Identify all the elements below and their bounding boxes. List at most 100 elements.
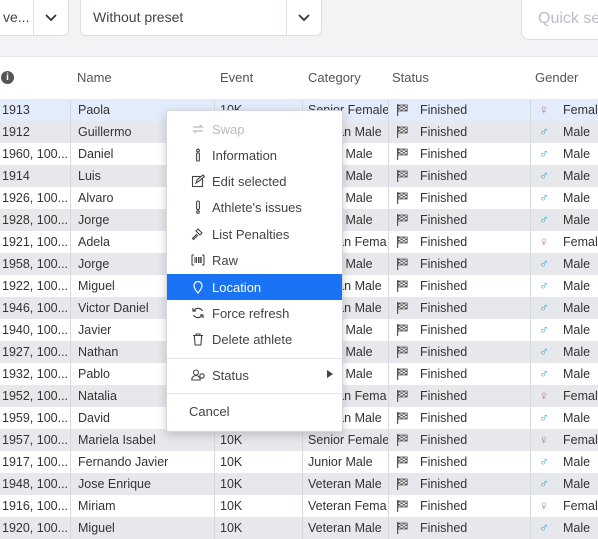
column-divider (70, 143, 71, 165)
column-divider (388, 143, 389, 165)
column-divider (70, 187, 71, 209)
menu-item-information[interactable]: Information (167, 142, 342, 168)
menu-item-list-penalties[interactable]: List Penalties (167, 221, 342, 247)
menu-item-label: Location (212, 279, 262, 295)
quick-search-input[interactable]: Quick se (521, 0, 598, 40)
checkered-flag-icon (397, 104, 408, 116)
cell-bib: 1914 (2, 169, 30, 183)
male-icon: ♂ (539, 256, 549, 271)
cell-bib: 1926, 100... (2, 191, 68, 205)
column-divider (530, 473, 531, 495)
cell-category: Veteran Fema (308, 499, 387, 513)
location-pin-icon (191, 280, 205, 294)
column-divider (530, 121, 531, 143)
chevron-down-icon[interactable] (33, 0, 68, 35)
cell-bib: 1948, 100... (2, 477, 68, 491)
table-row[interactable]: 1920, 100... Miguel 10K Veteran Male Finishe… (0, 517, 598, 539)
column-divider (530, 275, 531, 297)
cell-bib: 1917, 100... (2, 455, 68, 469)
gavel-icon (191, 227, 205, 241)
filter-select[interactable]: ve... (0, 0, 69, 36)
users-icon (191, 368, 205, 382)
female-icon: ♀ (539, 234, 549, 249)
column-divider (302, 429, 303, 451)
cell-name: Mariela Isabel (78, 433, 156, 447)
male-icon: ♂ (539, 212, 549, 227)
male-icon: ♂ (539, 366, 549, 381)
checkered-flag-icon (397, 324, 408, 336)
column-divider (214, 429, 215, 451)
male-icon: ♂ (539, 410, 549, 425)
exclamation-icon (191, 200, 205, 214)
cell-bib: 1912 (2, 125, 30, 139)
table-header: i Name Event Category Status Gender (0, 57, 598, 99)
checkered-flag-icon (397, 170, 408, 182)
menu-item-athlete-s-issues[interactable]: Athlete's issues (167, 194, 342, 220)
column-divider (388, 121, 389, 143)
cell-bib: 1916, 100... (2, 499, 68, 513)
column-divider (530, 165, 531, 187)
menu-item-force-refresh[interactable]: Force refresh (167, 300, 342, 326)
column-header-event[interactable]: Event (220, 70, 253, 85)
cell-gender: Femal (563, 433, 598, 447)
cell-gender: Male (563, 323, 591, 337)
column-divider (530, 407, 531, 429)
chevron-down-icon[interactable] (286, 0, 321, 35)
menu-item-delete-athlete[interactable]: Delete athlete (167, 326, 342, 352)
table-row[interactable]: 1917, 100... Fernando Javier 10K Junior Mal… (0, 451, 598, 473)
column-divider (530, 231, 531, 253)
cell-bib: 1913 (2, 103, 30, 117)
checkered-flag-icon (397, 192, 408, 204)
cell-status: Finished (420, 477, 468, 491)
menu-item-label: Delete athlete (212, 331, 293, 347)
barcode-icon (191, 253, 205, 267)
menu-item-status[interactable]: Status (167, 362, 342, 388)
info-icon[interactable]: i (1, 71, 14, 84)
column-header-name[interactable]: Name (77, 70, 112, 85)
column-divider (388, 187, 389, 209)
menu-divider (167, 358, 342, 359)
cell-gender: Male (563, 213, 591, 227)
column-header-gender[interactable]: Gender (535, 70, 578, 85)
column-divider (388, 341, 389, 363)
cell-gender: Male (563, 191, 591, 205)
table-row[interactable]: 1957, 100... Mariela Isabel 10K Senior Fema… (0, 429, 598, 451)
column-divider (70, 517, 71, 539)
trash-icon (191, 332, 205, 346)
cell-event: 10K (220, 521, 243, 535)
column-divider (530, 209, 531, 231)
preset-select[interactable]: Without preset (80, 0, 322, 36)
cell-status: Finished (420, 257, 468, 271)
female-icon: ♀ (539, 498, 549, 513)
column-divider (388, 429, 389, 451)
top-toolbar: ve... Without preset Quick se (0, 0, 598, 57)
edit-icon (191, 174, 205, 188)
menu-item-raw[interactable]: Raw (167, 247, 342, 273)
column-divider (70, 231, 71, 253)
checkered-flag-icon (397, 280, 408, 292)
column-header-category[interactable]: Category (308, 70, 361, 85)
column-header-status[interactable]: Status (392, 70, 429, 85)
cell-gender: Male (563, 147, 591, 161)
cell-bib: 1952, 100... (2, 389, 68, 403)
table-row[interactable]: 1948, 100... Jose Enrique 10K Veteran Male F… (0, 473, 598, 495)
menu-item-cancel[interactable]: Cancel (167, 398, 342, 424)
female-icon: ♀ (539, 388, 549, 403)
quick-search-placeholder: Quick se (538, 10, 598, 27)
column-divider (388, 297, 389, 319)
column-divider (388, 99, 389, 121)
menu-item-location[interactable]: Location (167, 274, 342, 300)
male-icon: ♂ (539, 344, 549, 359)
female-icon: ♀ (539, 432, 549, 447)
column-divider (214, 495, 215, 517)
menu-item-edit-selected[interactable]: Edit selected (167, 168, 342, 194)
column-divider (530, 253, 531, 275)
female-icon: ♀ (539, 102, 549, 117)
cell-event: 10K (220, 477, 243, 491)
cell-gender: Male (563, 367, 591, 381)
cell-status: Finished (420, 279, 468, 293)
column-divider (388, 517, 389, 539)
table-row[interactable]: 1916, 100... Miriam 10K Veteran Fema Finishe… (0, 495, 598, 517)
cell-status: Finished (420, 367, 468, 381)
swap-icon (191, 122, 205, 136)
